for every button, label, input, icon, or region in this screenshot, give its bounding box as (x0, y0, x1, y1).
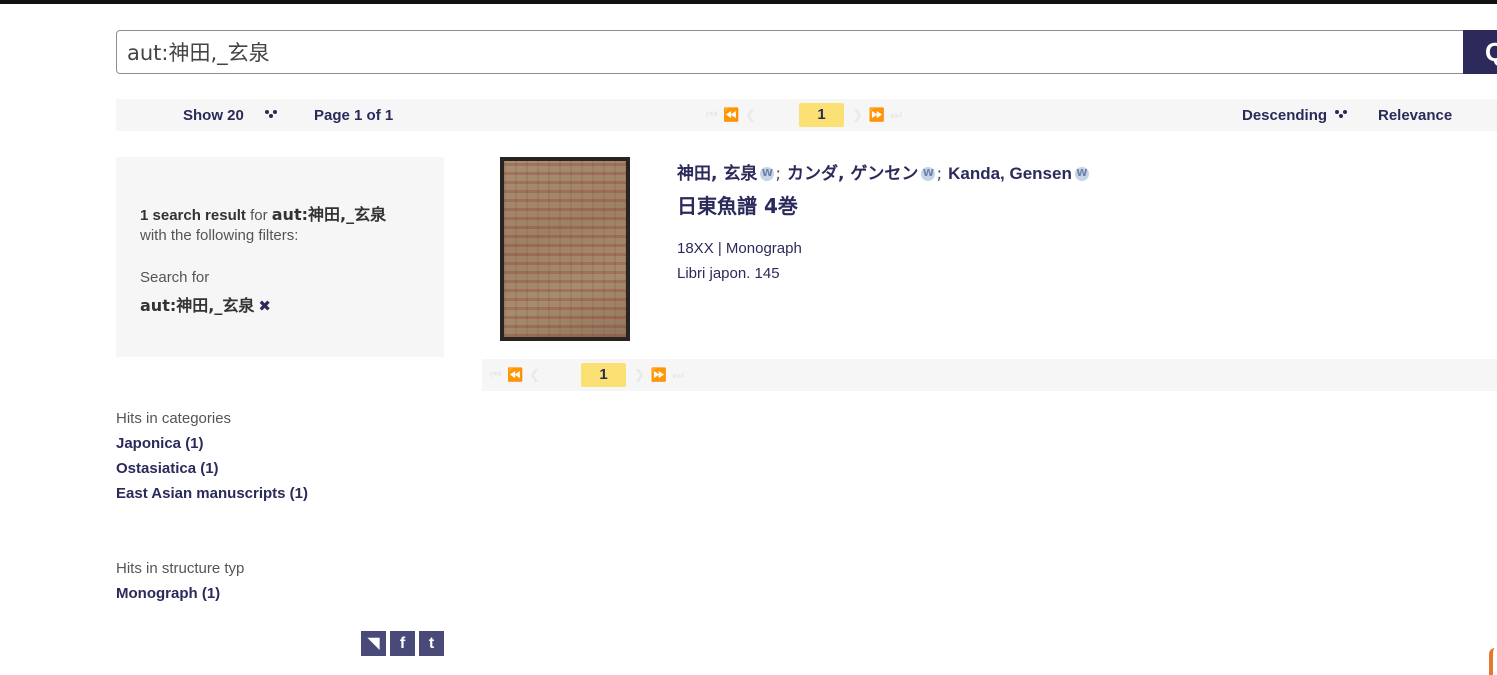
dropdown-dots-icon[interactable] (264, 109, 278, 119)
result-title[interactable]: 日東魚譜 4巻 (677, 190, 798, 219)
remove-filter-icon[interactable]: ✖ (258, 297, 271, 315)
results-toolbar: Show 20 Page 1 of 1 ⏮ ⏪ ❮ 1 ❯ ⏩ ⏭ Descen… (116, 99, 1497, 131)
top-border (0, 0, 1497, 4)
show-count-select[interactable]: Show 20 (183, 107, 244, 124)
result-count: 1 search result (140, 207, 246, 224)
rss-icon[interactable]: ◥ (361, 631, 386, 656)
summary-query: aut:神田,_玄泉 (271, 205, 387, 224)
pager-first-prev-disabled: ⏮ ⏪ ❮ (490, 367, 542, 382)
categories-heading: Hits in categories (116, 410, 232, 427)
sort-order-select[interactable]: Descending (1242, 107, 1327, 124)
wikipedia-icon[interactable]: W (760, 167, 775, 181)
result-summary: 1 search result for aut:神田,_玄泉 (140, 201, 386, 225)
author-link-kanji[interactable]: 神田, 玄泉 (677, 164, 757, 184)
pager-first-prev-disabled: ⏮ ⏪ ❮ (706, 107, 758, 122)
dropdown-dots-icon[interactable] (1334, 109, 1348, 119)
twitter-icon[interactable]: t (419, 631, 444, 656)
wikipedia-icon[interactable]: W (1074, 167, 1089, 181)
search-for-label: Search for (140, 269, 210, 286)
author-separator: ; (936, 164, 943, 184)
search-button[interactable]: Q (1463, 30, 1497, 74)
active-filters-panel: 1 search result for aut:神田,_玄泉 with the … (116, 157, 444, 357)
result-thumbnail[interactable] (500, 157, 630, 341)
wikipedia-icon[interactable]: W (921, 167, 936, 181)
facet-link-east-asian-manuscripts[interactable]: East Asian manuscripts (1) (116, 485, 308, 502)
pager-next-last-disabled: ❯ ⏩ ⏭ (852, 107, 904, 122)
author-link-latin[interactable]: Kanda, Gensen (948, 164, 1072, 183)
bottom-pagination: ⏮ ⏪ ❮ 1 ❯ ⏩ ⏭ (482, 359, 1497, 391)
for-text: for (245, 207, 272, 224)
result-date-type: 18XX | Monograph (677, 240, 802, 257)
search-input[interactable] (116, 30, 1466, 74)
author-separator: ; (775, 164, 782, 184)
pager-next-last-disabled: ❯ ⏩ ⏭ (634, 367, 686, 382)
result-authors: 神田, 玄泉 W; カンダ, ゲンセン W; Kanda, Gensen W (677, 159, 1090, 184)
active-filter-chip[interactable]: aut:神田,_玄泉 ✖ (140, 292, 271, 316)
pager-current-page[interactable]: 1 (799, 103, 844, 127)
facebook-icon[interactable]: f (390, 631, 415, 656)
facet-link-ostasiatica[interactable]: Ostasiatica (1) (116, 460, 219, 477)
page-indicator: Page 1 of 1 (314, 107, 394, 124)
thumbnail-image (504, 161, 626, 337)
structure-heading: Hits in structure typ (116, 560, 245, 577)
filters-caption: with the following filters: (140, 227, 299, 244)
feedback-tab[interactable] (1489, 648, 1497, 675)
active-filter-value: aut:神田,_玄泉 (140, 296, 255, 315)
result-shelfmark: Libri japon. 145 (677, 265, 780, 282)
sort-field-select[interactable]: Relevance (1378, 107, 1452, 124)
facet-link-japonica[interactable]: Japonica (1) (116, 435, 204, 452)
author-link-katakana[interactable]: カンダ, ゲンセン (787, 164, 918, 184)
facet-link-monograph[interactable]: Monograph (1) (116, 585, 220, 602)
pager-current-page[interactable]: 1 (581, 363, 626, 387)
